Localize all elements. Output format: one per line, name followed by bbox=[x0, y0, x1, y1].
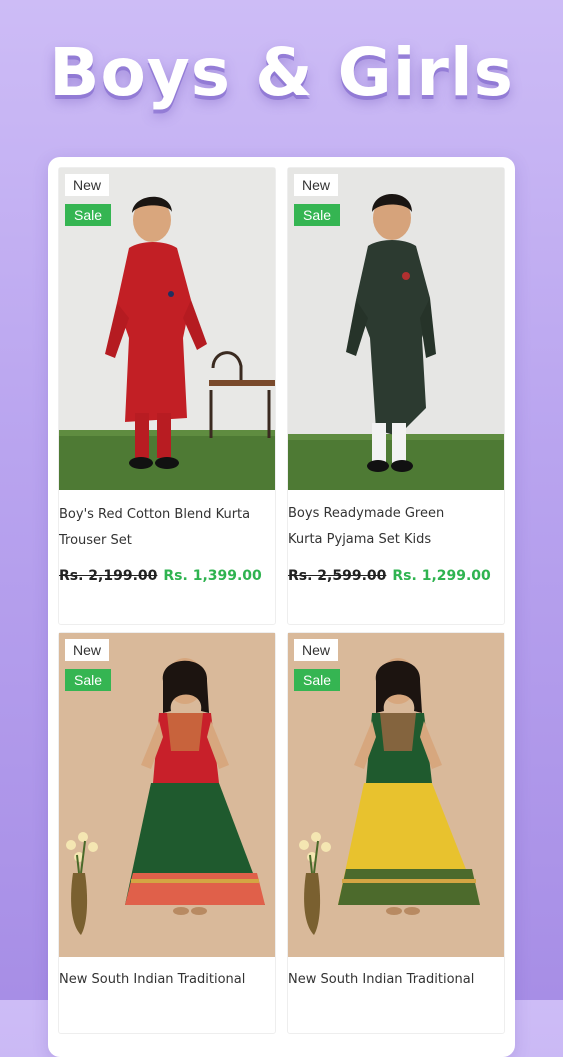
new-badge: New bbox=[294, 639, 339, 661]
product-card[interactable]: New Sale Boy's Red Cotton Blend Kurta Tr… bbox=[58, 167, 276, 625]
product-name[interactable]: Boy's Red Cotton Blend Kurta Trouser Set bbox=[59, 502, 273, 554]
sale-price: Rs. 1,299.00 bbox=[392, 568, 491, 584]
original-price: Rs. 2,199.00 bbox=[59, 568, 158, 584]
product-image[interactable]: New Sale bbox=[59, 633, 275, 957]
product-image[interactable]: New Sale bbox=[59, 168, 275, 490]
page-title: Boys & Girls bbox=[49, 34, 514, 111]
original-price: Rs. 2,599.00 bbox=[288, 568, 387, 584]
product-name[interactable]: Boys Readymade Green Kurta Pyjama Set Ki… bbox=[288, 501, 502, 553]
product-name-line: Trouser Set bbox=[59, 533, 132, 548]
product-name-line: New South Indian Traditional bbox=[59, 972, 246, 987]
product-card[interactable]: New Sale Boys Readymade Green Kurta Pyja… bbox=[287, 167, 505, 625]
product-image[interactable]: New Sale bbox=[288, 633, 504, 957]
new-badge: New bbox=[65, 174, 110, 196]
product-image[interactable]: New Sale bbox=[288, 168, 504, 490]
product-card[interactable]: New Sale New South Indian Traditional bbox=[58, 632, 276, 1034]
sale-badge: Sale bbox=[294, 204, 341, 226]
product-name-line: Kurta Pyjama Set Kids bbox=[288, 532, 432, 547]
product-name-line: Boys Readymade Green bbox=[288, 506, 445, 521]
product-name[interactable]: New South Indian Traditional bbox=[288, 967, 502, 993]
new-badge: New bbox=[65, 639, 110, 661]
sale-badge: Sale bbox=[65, 669, 112, 691]
product-card[interactable]: New Sale New South Indian Traditional bbox=[287, 632, 505, 1034]
new-badge: New bbox=[294, 174, 339, 196]
sale-badge: Sale bbox=[294, 669, 341, 691]
product-price: Rs. 2,599.00 Rs. 1,299.00 bbox=[288, 568, 491, 584]
product-name-line: New South Indian Traditional bbox=[288, 972, 475, 987]
sale-badge: Sale bbox=[65, 204, 112, 226]
product-name-line: Boy's Red Cotton Blend Kurta bbox=[59, 507, 251, 522]
product-price: Rs. 2,199.00 Rs. 1,399.00 bbox=[59, 568, 262, 584]
product-name[interactable]: New South Indian Traditional bbox=[59, 967, 273, 993]
sale-price: Rs. 1,399.00 bbox=[163, 568, 262, 584]
